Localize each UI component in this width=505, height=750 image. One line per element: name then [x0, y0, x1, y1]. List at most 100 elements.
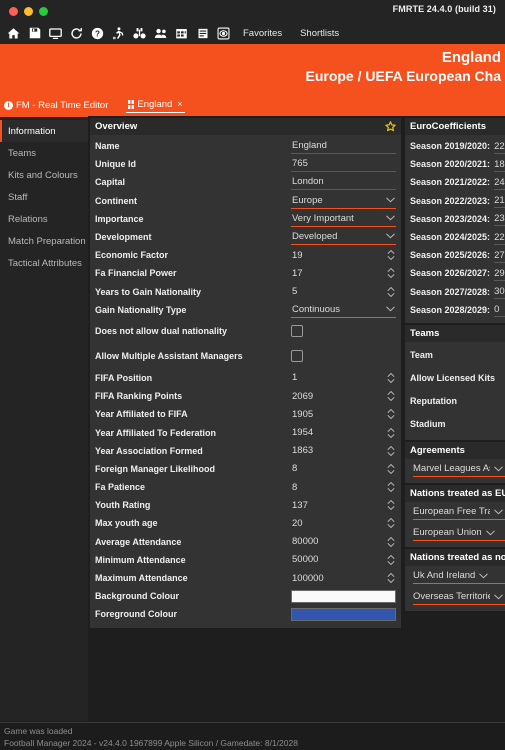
list-icon[interactable]: [192, 23, 213, 43]
stepper-icon[interactable]: [387, 571, 395, 585]
value-importance: Very Important: [292, 212, 354, 224]
refresh-icon[interactable]: [66, 23, 87, 43]
stepper-average-attendance[interactable]: 80000: [291, 534, 396, 550]
chevron-down-icon[interactable]: [494, 509, 503, 515]
agreement-select[interactable]: Marvel Leagues Asso: [413, 462, 505, 477]
stepper-icon[interactable]: [387, 498, 395, 512]
sidebar-item-staff[interactable]: Staff: [0, 186, 88, 208]
chevron-down-icon[interactable]: [386, 306, 395, 312]
chevron-down-icon[interactable]: [386, 215, 395, 221]
coefficient-value[interactable]: 27: [494, 248, 505, 263]
help-icon[interactable]: ?: [87, 23, 108, 43]
checkbox-does-not-allow-dual-nationality[interactable]: [291, 325, 303, 338]
home-icon[interactable]: [3, 23, 24, 43]
colour-swatch-foreground-colour[interactable]: [291, 607, 396, 621]
stepper-icon[interactable]: [387, 407, 395, 421]
stepper-icon[interactable]: [387, 462, 395, 476]
minimize-window-button[interactable]: [24, 6, 33, 16]
stepper-icon[interactable]: [387, 535, 395, 549]
binoculars-icon[interactable]: [129, 23, 150, 43]
value-capital: London: [292, 176, 324, 188]
input-capital[interactable]: London: [291, 174, 396, 191]
stepper-foreign-manager-likelihood[interactable]: 8: [291, 461, 396, 477]
colour-swatch-background-colour[interactable]: [291, 589, 396, 603]
sidebar-item-kits-and-colours[interactable]: Kits and Colours: [0, 164, 88, 186]
chevron-down-icon[interactable]: [479, 573, 489, 579]
chevron-down-icon[interactable]: [494, 594, 503, 600]
nation-non-eu-select[interactable]: Uk And Ireland: [413, 569, 505, 584]
stepper-minimum-attendance[interactable]: 50000: [291, 552, 396, 568]
coefficient-value[interactable]: 18: [494, 157, 505, 172]
nation-eu-select[interactable]: European Union: [413, 526, 505, 541]
stepper-year-affiliated-to-federation[interactable]: 1954: [291, 425, 396, 441]
chevron-down-icon[interactable]: [485, 530, 495, 536]
stepper-icon[interactable]: [387, 553, 395, 567]
stepper-icon[interactable]: [387, 285, 395, 299]
shortlists-menu[interactable]: Shortlists: [291, 28, 348, 39]
select-continent[interactable]: Europe: [291, 193, 396, 209]
favorites-menu[interactable]: Favorites: [234, 28, 291, 39]
maximize-window-button[interactable]: [39, 6, 48, 16]
sidebar-item-teams[interactable]: Teams: [0, 142, 88, 164]
coefficient-value[interactable]: 22: [494, 230, 505, 245]
calendar-icon[interactable]: [171, 23, 192, 43]
sidebar-item-relations[interactable]: Relations: [0, 208, 88, 230]
coefficient-value[interactable]: 30: [494, 284, 505, 300]
select-development[interactable]: Developed: [291, 229, 396, 246]
stepper-icon[interactable]: [387, 266, 395, 280]
stepper-max-youth-age[interactable]: 20: [291, 515, 396, 531]
value-years-to-gain-nationality: 5: [292, 286, 298, 298]
coefficient-value[interactable]: 29: [494, 266, 505, 281]
overview-column: Overview Name England Unique Id 765 Capital L…: [88, 116, 403, 721]
stepper-icon[interactable]: [387, 516, 395, 530]
nation-eu-select[interactable]: European Free Trade: [413, 505, 505, 520]
stepper-year-association-formed[interactable]: 1863: [291, 443, 396, 459]
stepper-icon[interactable]: [387, 248, 395, 262]
app-version-label: FMRTE 24.4.0 (build 31): [392, 4, 496, 14]
stepper-fifa-ranking-points[interactable]: 2069: [291, 388, 396, 404]
value-maximum-attendance: 100000: [292, 572, 324, 584]
star-icon[interactable]: [385, 121, 396, 132]
tab-close-icon[interactable]: ×: [177, 99, 182, 109]
stepper-icon[interactable]: [387, 389, 395, 403]
close-window-button[interactable]: [9, 6, 18, 16]
people-icon[interactable]: [150, 23, 171, 43]
sidebar-item-information[interactable]: Information: [0, 120, 88, 142]
select-importance[interactable]: Very Important: [291, 211, 396, 227]
player-icon[interactable]: [108, 23, 129, 43]
flag-icon: [128, 99, 135, 109]
chevron-down-icon[interactable]: [386, 197, 395, 203]
coefficient-value[interactable]: 22: [494, 139, 505, 154]
coefficient-row: Season 2027/2028: 30: [410, 283, 505, 301]
stepper-fa-patience[interactable]: 8: [291, 479, 396, 495]
stepper-icon[interactable]: [387, 371, 395, 385]
sidebar-item-tactical-attributes[interactable]: Tactical Attributes: [0, 252, 88, 274]
stepper-years-to-gain-nationality[interactable]: 5: [291, 284, 396, 300]
sidebar-item-match-preparation[interactable]: Match Preparation: [0, 230, 88, 252]
stepper-youth-rating[interactable]: 137: [291, 497, 396, 513]
stepper-fifa-position[interactable]: 1: [291, 370, 396, 386]
checkbox-allow-multiple-assistant-managers[interactable]: [291, 350, 303, 363]
stepper-fa-financial-power[interactable]: 17: [291, 265, 396, 281]
monitor-icon[interactable]: [45, 23, 66, 43]
input-name[interactable]: England: [291, 138, 396, 155]
stepper-economic-factor[interactable]: 19: [291, 247, 396, 263]
stepper-icon[interactable]: [387, 444, 395, 458]
stadium-icon[interactable]: [213, 23, 234, 43]
nation-non-eu-select[interactable]: Overseas Territories .: [413, 590, 505, 605]
coefficient-value[interactable]: 21: [494, 193, 505, 209]
coefficient-value[interactable]: 24: [494, 175, 505, 190]
coefficient-value[interactable]: 0: [494, 302, 505, 318]
save-icon[interactable]: [24, 23, 45, 43]
stepper-maximum-attendance[interactable]: 100000: [291, 570, 396, 586]
stepper-icon[interactable]: [387, 426, 395, 440]
coefficient-value[interactable]: 23: [494, 211, 505, 227]
input-unique-id[interactable]: 765: [291, 156, 396, 173]
tab-england[interactable]: England ×: [126, 98, 185, 113]
app-brand[interactable]: i FM - Real Time Editor: [4, 100, 108, 111]
chevron-down-icon[interactable]: [386, 233, 395, 239]
stepper-icon[interactable]: [387, 480, 395, 494]
chevron-down-icon[interactable]: [494, 466, 503, 472]
select-gain-nationality-type[interactable]: Continuous: [291, 302, 396, 318]
stepper-year-affiliated-to-fifa[interactable]: 1905: [291, 406, 396, 422]
